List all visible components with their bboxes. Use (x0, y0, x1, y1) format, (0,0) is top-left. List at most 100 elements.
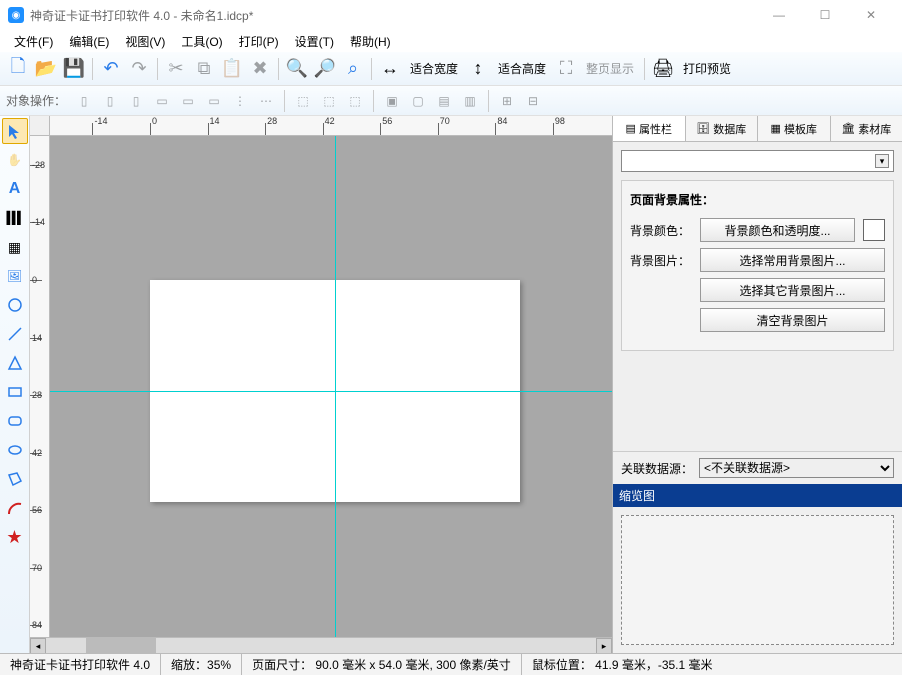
main-area: ✋ A ▌▌▌ ▦ 🖼 ★ -14014284256708498 -28-140… (0, 116, 902, 653)
rectangle-tool[interactable] (2, 379, 28, 405)
close-button[interactable]: ✕ (848, 0, 894, 30)
canvas[interactable] (50, 136, 612, 637)
minimize-button[interactable]: — (756, 0, 802, 30)
bring-front-icon: ▣ (380, 89, 404, 113)
fit-height-icon[interactable]: ↕ (464, 55, 492, 83)
tool-palette: ✋ A ▌▌▌ ▦ 🖼 ★ (0, 116, 30, 653)
star-tool[interactable]: ★ (2, 524, 28, 550)
save-button[interactable]: 💾 (60, 55, 88, 83)
status-mouse: 鼠标位置： 41.9 毫米，-35.1 毫米 (522, 654, 723, 675)
ruler-corner (30, 116, 50, 136)
bg-image-label: 背景图片： (630, 252, 692, 269)
dist-v-icon: ⋯ (254, 89, 278, 113)
print-preview-icon[interactable]: 🖨 (649, 55, 677, 83)
datasource-select[interactable]: <不关联数据源> (699, 458, 894, 478)
right-tabs: ▤属性栏 🗄数据库 ▦模板库 🏛素材库 (613, 116, 902, 142)
same-height-icon: ⬚ (317, 89, 341, 113)
redo-button[interactable]: ↷ (125, 55, 153, 83)
image-tool[interactable]: 🖼 (2, 263, 28, 289)
whole-page-icon[interactable]: ⛶ (552, 55, 580, 83)
barcode-tool[interactable]: ▌▌▌ (2, 205, 28, 231)
menu-print[interactable]: 打印(P) (231, 31, 287, 52)
datasource-label: 关联数据源： (621, 460, 693, 477)
tab-properties-label: 属性栏 (639, 121, 672, 137)
main-toolbar: 🗋 📂 💾 ↶ ↷ ✂ ⧉ 📋 ✖ 🔍 🔎 ⌕ ↔ 适合宽度 ↕ 适合高度 ⛶ … (0, 52, 902, 86)
group-icon: ⊞ (495, 89, 519, 113)
menu-file[interactable]: 文件(F) (6, 31, 61, 52)
guide-horizontal[interactable] (50, 391, 612, 392)
canvas-row: -28-140142842567084 (30, 136, 612, 637)
whole-page-button[interactable]: 整页显示 (580, 60, 640, 77)
qrcode-tool[interactable]: ▦ (2, 234, 28, 260)
separator (373, 90, 374, 112)
zoom-out-button[interactable]: 🔎 (311, 55, 339, 83)
triangle-tool[interactable] (2, 350, 28, 376)
scroll-thumb[interactable] (86, 638, 156, 653)
menu-edit[interactable]: 编辑(E) (61, 31, 117, 52)
tab-database[interactable]: 🗄数据库 (686, 116, 759, 141)
separator (284, 90, 285, 112)
status-page-size: 页面尺寸： 90.0 毫米 x 54.0 毫米, 300 像素/英寸 (242, 654, 522, 675)
tab-materials[interactable]: 🏛素材库 (831, 116, 902, 141)
menu-help[interactable]: 帮助(H) (342, 31, 399, 52)
tab-database-label: 数据库 (713, 121, 746, 137)
open-button[interactable]: 📂 (32, 55, 60, 83)
paste-button[interactable]: 📋 (218, 55, 246, 83)
menu-view[interactable]: 视图(V) (117, 31, 173, 52)
bg-color-button[interactable]: 背景颜色和透明度... (700, 218, 855, 242)
horizontal-scrollbar[interactable]: ◂ ▸ (30, 637, 612, 653)
scroll-left-button[interactable]: ◂ (30, 638, 46, 653)
undo-button[interactable]: ↶ (97, 55, 125, 83)
print-preview-button[interactable]: 打印预览 (677, 60, 737, 77)
circle-tool[interactable] (2, 292, 28, 318)
line-tool[interactable] (2, 321, 28, 347)
arc-tool[interactable] (2, 495, 28, 521)
separator (157, 58, 158, 80)
bg-image-clear-button[interactable]: 清空背景图片 (700, 308, 885, 332)
bring-forward-icon: ▤ (432, 89, 456, 113)
new-button[interactable]: 🗋 (4, 55, 32, 83)
tab-properties[interactable]: ▤属性栏 (613, 116, 686, 141)
fit-width-button[interactable]: 适合宽度 (404, 60, 464, 77)
menu-settings[interactable]: 设置(T) (287, 31, 342, 52)
delete-button[interactable]: ✖ (246, 55, 274, 83)
scroll-right-button[interactable]: ▸ (596, 638, 612, 653)
select-tool[interactable] (2, 118, 28, 144)
page-bg-legend: 页面背景属性： (630, 191, 885, 208)
database-icon: 🗄 (696, 122, 710, 135)
separator (278, 58, 279, 80)
object-selector[interactable]: ▾ (621, 150, 894, 172)
same-width-icon: ⬚ (291, 89, 315, 113)
ellipse-tool[interactable] (2, 437, 28, 463)
tab-templates[interactable]: ▦模板库 (758, 116, 831, 141)
horizontal-ruler[interactable]: -14014284256708498 (50, 116, 612, 136)
fit-width-icon[interactable]: ↔ (376, 55, 404, 83)
menu-tools[interactable]: 工具(O) (173, 31, 230, 52)
hand-tool[interactable]: ✋ (2, 147, 28, 173)
text-tool[interactable]: A (2, 176, 28, 202)
materials-icon: 🏛 (841, 122, 855, 135)
align-middle-icon: ▭ (176, 89, 200, 113)
zoom-reset-button[interactable]: ⌕ (339, 55, 367, 83)
status-zoom: 缩放：35% (161, 654, 242, 675)
bg-color-swatch[interactable] (863, 219, 885, 241)
bg-image-common-button[interactable]: 选择常用背景图片... (700, 248, 885, 272)
roundrect-tool[interactable] (2, 408, 28, 434)
align-right-icon: ▯ (124, 89, 148, 113)
same-size-icon: ⬚ (343, 89, 367, 113)
bg-image-other-button[interactable]: 选择其它背景图片... (700, 278, 885, 302)
datasource-row: 关联数据源： <不关联数据源> (613, 451, 902, 484)
guide-vertical[interactable] (335, 136, 336, 637)
fit-height-button[interactable]: 适合高度 (492, 60, 552, 77)
copy-button[interactable]: ⧉ (190, 55, 218, 83)
separator (644, 58, 645, 80)
separator (488, 90, 489, 112)
polygon-tool[interactable] (2, 466, 28, 492)
ungroup-icon: ⊟ (521, 89, 545, 113)
maximize-button[interactable]: ☐ (802, 0, 848, 30)
vertical-ruler[interactable]: -28-140142842567084 (30, 136, 50, 637)
cut-button[interactable]: ✂ (162, 55, 190, 83)
properties-body: ▾ 页面背景属性： 背景颜色： 背景颜色和透明度... 背景图片： 选择常用背景… (613, 142, 902, 359)
object-ops-label: 对象操作： (6, 92, 66, 109)
zoom-in-button[interactable]: 🔍 (283, 55, 311, 83)
